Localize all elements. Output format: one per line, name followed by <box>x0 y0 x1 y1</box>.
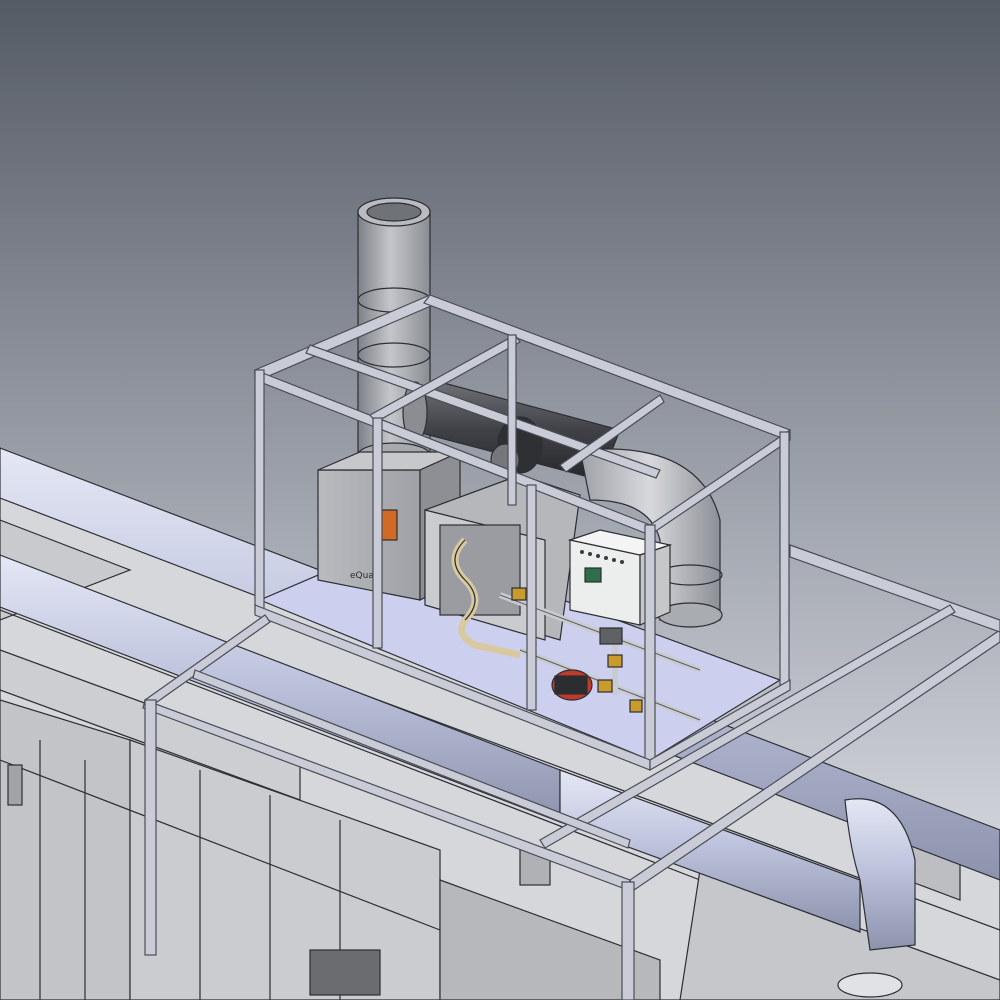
cad-assembly-scene: eQuat <box>0 0 1000 1000</box>
circulation-pump <box>551 669 593 701</box>
